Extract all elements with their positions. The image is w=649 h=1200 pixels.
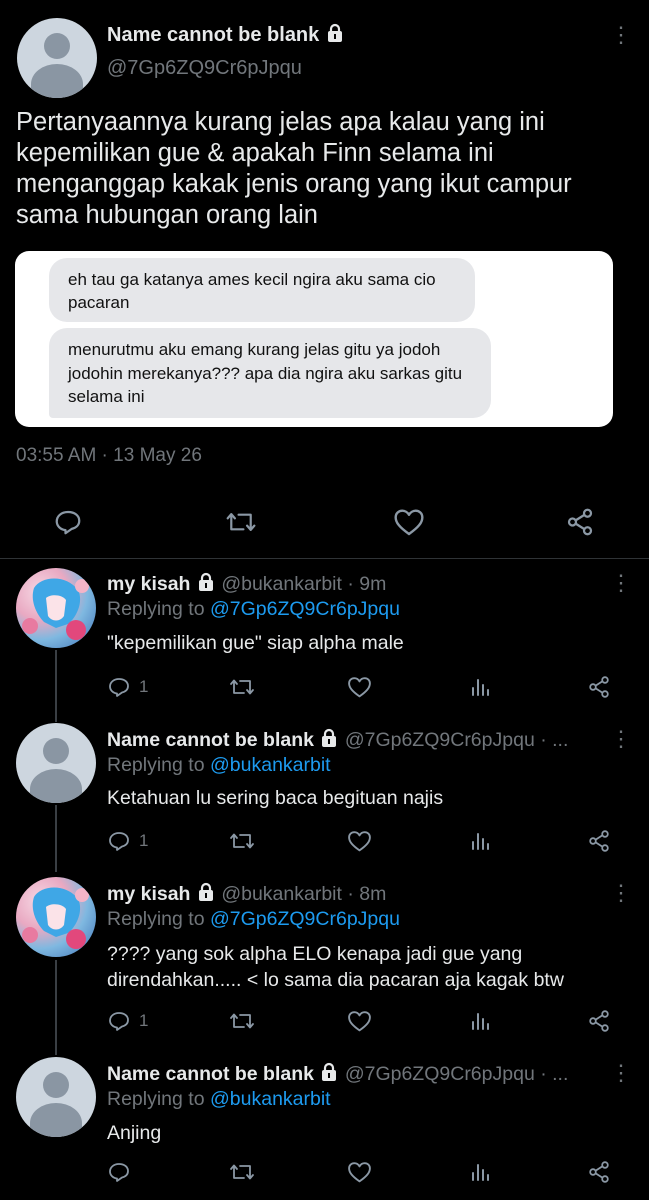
divider (0, 558, 649, 559)
reply-header: Name cannot be blank @7Gp6ZQ9Cr6pJpqu · … (107, 728, 568, 754)
reply-text-line: direndahkan..... < lo sama dia pacaran a… (107, 969, 564, 991)
chat-bubble: menurutmu aku emang kurang jelas gitu ya… (49, 328, 491, 418)
views-icon[interactable] (468, 1009, 492, 1033)
reply-icon[interactable] (107, 829, 131, 853)
like-icon[interactable] (347, 675, 372, 699)
thread-line (55, 650, 57, 722)
timestamp[interactable]: 03:55 AM · 13 May 26 (16, 445, 202, 467)
retweet-icon[interactable] (228, 675, 256, 699)
replying-to: Replying to @7Gp6ZQ9Cr6pJpqu (107, 598, 400, 620)
replying-to: Replying to @7Gp6ZQ9Cr6pJpqu (107, 908, 400, 930)
reply-text-line: ???? yang sok alpha ELO kenapa jadi gue … (107, 943, 523, 965)
more-options-icon[interactable]: ⋮ (610, 572, 632, 594)
chat-bubble: eh tau ga katanya ames kecil ngira aku s… (49, 258, 475, 322)
reply-icon[interactable] (53, 507, 83, 537)
retweet-icon[interactable] (228, 1009, 256, 1033)
share-icon[interactable] (587, 675, 611, 699)
display-name[interactable]: Name cannot be blank (107, 23, 345, 49)
handle[interactable]: @7Gp6ZQ9Cr6pJpqu (107, 57, 302, 80)
replying-to: Replying to @bukankarbit (107, 1088, 331, 1110)
lock-icon (319, 728, 339, 754)
more-options-icon[interactable]: ⋮ (610, 1062, 632, 1084)
mention-link[interactable]: @bukankarbit (210, 754, 331, 776)
reply-icon[interactable] (107, 1160, 131, 1184)
reply-header: Name cannot be blank @7Gp6ZQ9Cr6pJpqu · … (107, 1062, 568, 1088)
reply-count: 1 (139, 677, 149, 696)
retweet-icon[interactable] (228, 1160, 256, 1184)
attached-image[interactable]: eh tau ga katanya ames kecil ngira aku s… (15, 251, 613, 427)
thread-line (55, 805, 57, 872)
avatar[interactable] (16, 723, 96, 803)
mention-link[interactable]: @bukankarbit (210, 1088, 331, 1110)
handle-time[interactable]: @bukankarbit · 9m (221, 573, 386, 595)
display-name[interactable]: Name cannot be blank (107, 729, 314, 751)
thread-line (55, 960, 57, 1055)
reply-count: 1 (139, 1011, 149, 1030)
avatar[interactable] (16, 568, 96, 648)
lock-icon (325, 23, 345, 49)
like-icon[interactable] (347, 1009, 372, 1033)
lock-icon (319, 1062, 339, 1088)
reply-icon[interactable] (107, 1009, 131, 1033)
handle-time[interactable]: @bukankarbit · 8m (221, 883, 386, 905)
display-name[interactable]: my kisah (107, 883, 190, 905)
reply-text: ???? yang sok alpha ELO kenapa jadi gue … (107, 941, 564, 993)
share-icon[interactable] (564, 507, 596, 537)
reply-text: Anjing (107, 1122, 162, 1144)
reply-icon[interactable] (107, 675, 131, 699)
avatar[interactable] (16, 1057, 96, 1137)
like-icon[interactable] (347, 1160, 372, 1184)
like-icon[interactable] (347, 829, 372, 853)
retweet-icon[interactable] (228, 829, 256, 853)
views-icon[interactable] (468, 675, 492, 699)
tweet-text: Pertanyaannya kurang jelas apa kalau yan… (16, 108, 572, 229)
lock-icon (196, 572, 216, 598)
avatar[interactable] (17, 18, 97, 98)
more-options-icon[interactable]: ⋮ (610, 24, 632, 46)
display-name[interactable]: Name cannot be blank (107, 1063, 314, 1085)
share-icon[interactable] (587, 1009, 611, 1033)
handle-time[interactable]: @7Gp6ZQ9Cr6pJpqu · ... (345, 1063, 569, 1085)
like-icon[interactable] (393, 507, 425, 537)
replying-to: Replying to @bukankarbit (107, 754, 331, 776)
display-name[interactable]: my kisah (107, 573, 190, 595)
reply-text: "kepemilikan gue" siap alpha male (107, 632, 404, 654)
views-icon[interactable] (468, 829, 492, 853)
mention-link[interactable]: @7Gp6ZQ9Cr6pJpqu (210, 598, 400, 620)
views-icon[interactable] (468, 1160, 492, 1184)
mention-link[interactable]: @7Gp6ZQ9Cr6pJpqu (210, 908, 400, 930)
more-options-icon[interactable]: ⋮ (610, 728, 632, 750)
handle-time[interactable]: @7Gp6ZQ9Cr6pJpqu · ... (345, 729, 569, 751)
avatar[interactable] (16, 877, 96, 957)
reply-header: my kisah @bukankarbit · 9m (107, 572, 386, 598)
more-options-icon[interactable]: ⋮ (610, 882, 632, 904)
reply-header: my kisah @bukankarbit · 8m (107, 882, 386, 908)
retweet-icon[interactable] (224, 507, 258, 537)
share-icon[interactable] (587, 1160, 611, 1184)
lock-icon (196, 882, 216, 908)
share-icon[interactable] (587, 829, 611, 853)
reply-text: Ketahuan lu sering baca begituan najis (107, 787, 444, 809)
reply-count: 1 (139, 831, 149, 850)
